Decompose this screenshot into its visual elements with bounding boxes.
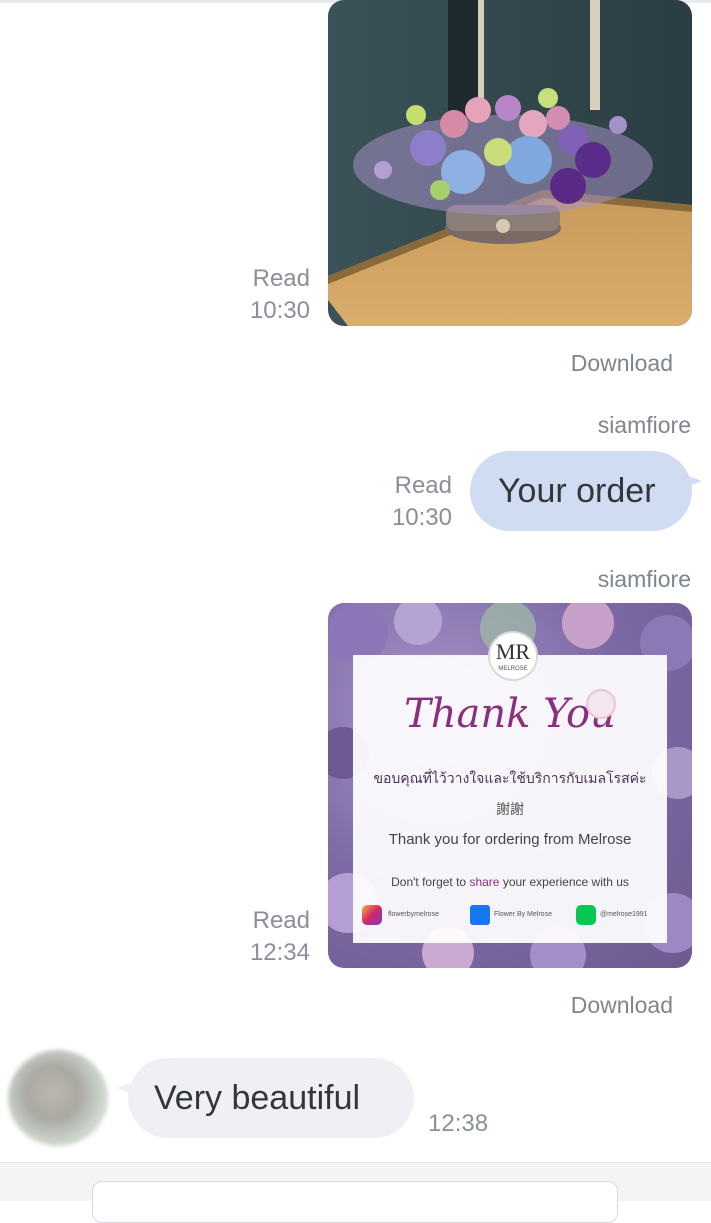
message-text: Very beautiful [154,1079,361,1117]
message-text: Your order [498,472,656,510]
facebook-handle: Flower By Melrose [494,911,552,918]
download-link[interactable]: Download [571,992,673,1019]
flower-photo-image [328,0,692,326]
share-message: Don't forget to share your experience wi… [353,875,667,889]
social-row: flowerbymelrose Flower By Melrose @melro… [362,905,662,927]
read-receipt: Read 12:34 [230,905,310,969]
message-input[interactable] [92,1181,618,1223]
sender-name: siamfiore [597,412,691,438]
share-word: share [469,875,500,889]
read-receipt: Read 10:30 [230,263,310,327]
logo-wordmark: MELROSE [498,666,528,672]
avatar[interactable] [8,1050,108,1146]
thanks-text: Thank you for ordering from Melrose [388,831,632,848]
thank-you-card-image[interactable]: MR MELROSE Thank You ขอบคุณที่ไว้วางใจแล… [328,603,692,968]
facebook-icon [470,905,490,925]
read-status: Read [252,907,310,934]
bubble-tail [116,1080,138,1096]
read-status: Read [394,472,452,499]
download-link[interactable]: Download [571,350,673,377]
instagram-icon [362,905,382,925]
flower-arrangement-photo[interactable] [328,0,692,326]
line-handle: @melrose1991 [600,911,648,918]
message-time: 10:30 [391,504,452,531]
logo-monogram: MR [495,639,531,664]
incoming-message-bubble[interactable]: Very beautiful [116,1058,414,1138]
read-status: Read [252,265,310,292]
thanks-message: Thank you for ordering from Melrose [353,831,667,848]
sender-name: siamfiore [597,566,691,592]
share-text-after: your experience with us [499,875,629,889]
thai-message: ขอบคุณที่ไว้วางใจและใช้บริการกับเมลโรสค่… [373,770,647,786]
bubble-tail [680,473,702,489]
outgoing-message-bubble[interactable]: Your order [470,451,702,531]
instagram-handle: flowerbymelrose [388,911,439,918]
card-title: Thank You [404,691,616,737]
line-icon [576,905,596,925]
read-receipt: Read 10:30 [372,470,452,534]
share-text-before: Don't forget to [391,875,470,889]
message-time: 12:34 [249,939,310,966]
message-time: 10:30 [249,297,310,324]
melrose-logo: MR MELROSE [488,631,538,681]
chinese-message: 謝謝 [496,801,524,817]
orchid-icon [586,689,616,719]
message-time: 12:38 [428,1110,489,1137]
